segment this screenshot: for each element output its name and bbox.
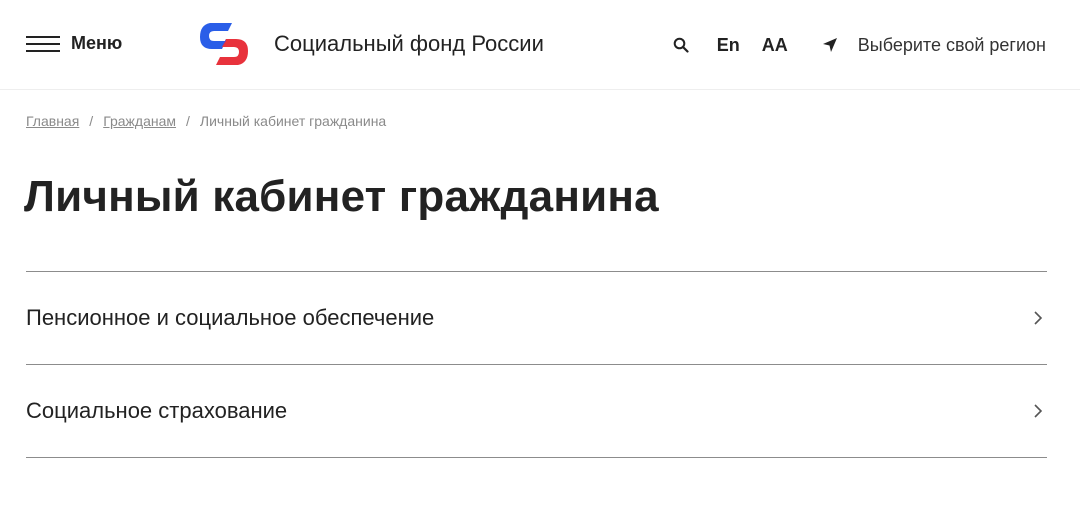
location-arrow-icon	[822, 36, 840, 54]
list-item-label: Социальное страхование	[26, 398, 288, 423]
list-item-label: Пенсионное и социальное обеспечение	[26, 305, 435, 330]
breadcrumb-current: Личный кабинет гражданина	[199, 113, 387, 129]
menu-label: Меню	[71, 33, 123, 53]
list-item-insurance[interactable]: Социальное страхование	[26, 365, 1047, 458]
page-title: Личный кабинет гражданина	[24, 172, 659, 221]
hamburger-icon	[26, 34, 60, 54]
breadcrumb-home[interactable]: Главная	[26, 113, 79, 129]
site-header: Меню Социальный фонд России En AA Выбери…	[0, 0, 1080, 90]
chevron-right-icon	[1033, 402, 1045, 420]
logo-text: Социальный фонд России	[274, 31, 544, 56]
section-list: Пенсионное и социальное обеспечение Соци…	[26, 271, 1047, 458]
region-selector[interactable]: Выберите свой регион	[822, 35, 1046, 56]
breadcrumb: Главная / Гражданам / Личный кабинет гра…	[26, 113, 386, 129]
sfr-logo-icon	[200, 23, 248, 65]
search-button[interactable]	[673, 36, 691, 54]
search-icon	[673, 37, 689, 53]
list-item-pension[interactable]: Пенсионное и социальное обеспечение	[26, 272, 1047, 365]
breadcrumb-separator: /	[89, 113, 94, 129]
site-logo[interactable]: Социальный фонд России	[196, 19, 544, 69]
region-label: Выберите свой регион	[857, 34, 1046, 55]
font-size-toggle[interactable]: AA	[762, 35, 788, 56]
menu-button[interactable]: Меню	[26, 33, 122, 54]
breadcrumb-separator: /	[186, 113, 190, 129]
breadcrumb-citizens[interactable]: Гражданам	[103, 113, 176, 129]
chevron-right-icon	[1033, 309, 1045, 327]
header-actions: En AA Выберите свой регион	[673, 30, 1046, 60]
language-switch[interactable]: En	[717, 35, 740, 56]
